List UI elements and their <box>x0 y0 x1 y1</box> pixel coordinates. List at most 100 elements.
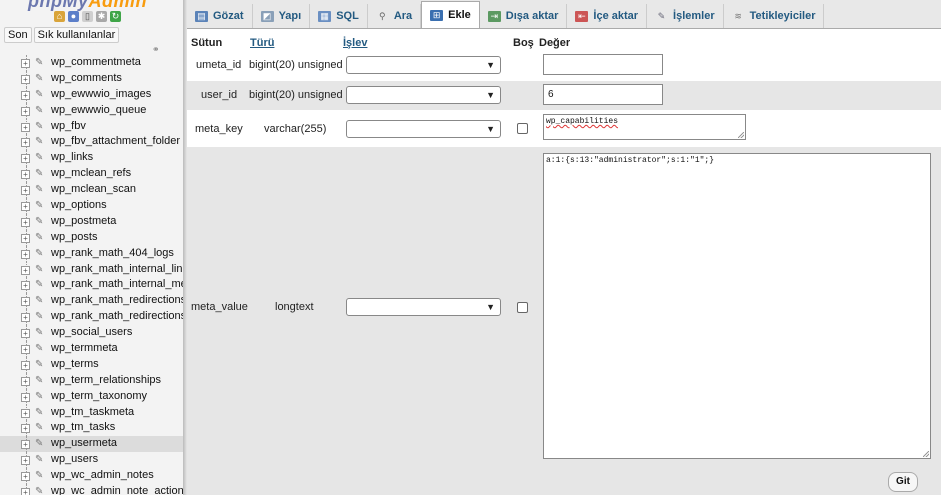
sidebar-item-wp_comments[interactable]: + ✎ wp_comments <box>0 70 183 87</box>
table-name[interactable]: wp_users <box>51 453 98 465</box>
expand-icon[interactable]: + <box>21 249 30 259</box>
table-name[interactable]: wp_mclean_refs <box>51 167 131 179</box>
resize-grip-icon[interactable] <box>738 132 744 138</box>
tab-wrench[interactable]: ✎ İşlemler <box>647 4 724 28</box>
table-name[interactable]: wp_term_taxonomy <box>51 390 147 402</box>
table-structure-icon[interactable]: ✎ <box>35 423 45 433</box>
table-structure-icon[interactable]: ✎ <box>35 375 45 385</box>
value-input[interactable]: 6 <box>543 84 663 105</box>
sidebar-item-wp_wc_admin_notes[interactable]: + ✎ wp_wc_admin_notes <box>0 468 183 485</box>
expand-icon[interactable]: + <box>21 329 30 339</box>
table-structure-icon[interactable]: ✎ <box>35 487 45 495</box>
expand-icon[interactable]: + <box>21 217 30 227</box>
value-input[interactable] <box>543 54 663 75</box>
table-structure-icon[interactable]: ✎ <box>35 185 45 195</box>
sidebar-item-wp_social_users[interactable]: + ✎ wp_social_users <box>0 325 183 342</box>
table-structure-icon[interactable]: ✎ <box>35 89 45 99</box>
table-structure-icon[interactable]: ✎ <box>35 216 45 226</box>
table-name[interactable]: wp_rank_math_internal_meta <box>51 278 183 290</box>
value-textarea[interactable]: wp_capabilities <box>543 114 746 140</box>
expand-icon[interactable]: + <box>21 186 30 196</box>
expand-icon[interactable]: + <box>21 154 30 164</box>
table-name[interactable]: wp_rank_math_internal_links <box>51 263 183 275</box>
table-structure-icon[interactable]: ✎ <box>35 264 45 274</box>
expand-icon[interactable]: + <box>21 281 30 291</box>
expand-icon[interactable]: + <box>21 233 30 243</box>
table-name[interactable]: wp_posts <box>51 231 97 243</box>
table-structure-icon[interactable]: ✎ <box>35 296 45 306</box>
home-icon[interactable]: ⌂ <box>54 11 65 22</box>
header-function[interactable]: İşlev <box>343 37 367 49</box>
table-name[interactable]: wp_ewwwio_images <box>51 88 151 100</box>
table-name[interactable]: wp_commentmeta <box>51 56 141 68</box>
sidebar-item-wp_term_taxonomy[interactable]: + ✎ wp_term_taxonomy <box>0 388 183 405</box>
table-structure-icon[interactable]: ✎ <box>35 312 45 322</box>
table-name[interactable]: wp_options <box>51 199 107 211</box>
sidebar-item-wp_fbv[interactable]: + ✎ wp_fbv <box>0 118 183 135</box>
sidebar-item-wp_usermeta[interactable]: + ✎ wp_usermeta <box>0 436 183 453</box>
sidebar-item-wp_rank_math_internal_links[interactable]: + ✎ wp_rank_math_internal_links <box>0 261 183 278</box>
expand-icon[interactable]: + <box>21 313 30 323</box>
expand-icon[interactable]: + <box>21 90 30 100</box>
sidebar-item-wp_tm_taskmeta[interactable]: + ✎ wp_tm_taskmeta <box>0 404 183 421</box>
expand-icon[interactable]: + <box>21 122 30 132</box>
table-name[interactable]: wp_terms <box>51 358 99 370</box>
sidebar-item-wp_termmeta[interactable]: + ✎ wp_termmeta <box>0 341 183 357</box>
sidebar-item-wp_rank_math_redirections[interactable]: + ✎ wp_rank_math_redirections <box>0 293 183 310</box>
tab-search[interactable]: ⚲ Ara <box>368 4 422 28</box>
sidebar-item-wp_term_relationships[interactable]: + ✎ wp_term_relationships <box>0 372 183 389</box>
sidebar-item-wp_mclean_scan[interactable]: + ✎ wp_mclean_scan <box>0 182 183 199</box>
table-name[interactable]: wp_rank_math_redirections_cache <box>51 310 183 322</box>
table-name[interactable]: wp_usermeta <box>51 437 117 449</box>
tab-sql[interactable]: ▦ SQL <box>310 4 368 28</box>
link-icon[interactable]: ⚭ <box>152 44 160 55</box>
sidebar-item-wp_wc_admin_note_actions[interactable]: + ✎ wp_wc_admin_note_actions <box>0 484 183 495</box>
table-structure-icon[interactable]: ✎ <box>35 153 45 163</box>
sidebar-item-wp_rank_math_404_logs[interactable]: + ✎ wp_rank_math_404_logs <box>0 245 183 262</box>
sidebar-item-wp_commentmeta[interactable]: + ✎ wp_commentmeta <box>0 55 183 71</box>
sidebar-item-wp_postmeta[interactable]: + ✎ wp_postmeta <box>0 213 183 230</box>
table-structure-icon[interactable]: ✎ <box>35 58 45 68</box>
expand-icon[interactable]: + <box>21 408 30 418</box>
table-name[interactable]: wp_wc_admin_notes <box>51 469 154 481</box>
table-structure-icon[interactable]: ✎ <box>35 359 45 369</box>
table-structure-icon[interactable]: ✎ <box>35 232 45 242</box>
expand-icon[interactable]: + <box>21 345 30 355</box>
null-checkbox[interactable] <box>517 302 528 313</box>
header-type[interactable]: Türü <box>250 37 274 49</box>
table-name[interactable]: wp_fbv <box>51 120 86 132</box>
table-structure-icon[interactable]: ✎ <box>35 121 45 131</box>
expand-icon[interactable]: + <box>21 376 30 386</box>
tab-browse[interactable]: ▤ Gözat <box>187 4 253 28</box>
sidebar-item-wp_rank_math_redirections_cache[interactable]: + ✎ wp_rank_math_redirections_cache <box>0 309 183 326</box>
table-structure-icon[interactable]: ✎ <box>35 344 45 354</box>
table-structure-icon[interactable]: ✎ <box>35 328 45 338</box>
function-select[interactable]: ▼ <box>346 298 501 316</box>
table-name[interactable]: wp_links <box>51 151 93 163</box>
sidebar-item-wp_mclean_refs[interactable]: + ✎ wp_mclean_refs <box>0 166 183 183</box>
table-name[interactable]: wp_comments <box>51 72 122 84</box>
null-checkbox[interactable] <box>517 123 528 134</box>
table-structure-icon[interactable]: ✎ <box>35 73 45 83</box>
table-name[interactable]: wp_fbv_attachment_folder <box>51 135 180 147</box>
table-name[interactable]: wp_tm_taskmeta <box>51 406 134 418</box>
sidebar-item-wp_terms[interactable]: + ✎ wp_terms <box>0 356 183 373</box>
expand-icon[interactable]: + <box>21 472 30 482</box>
table-name[interactable]: wp_tm_tasks <box>51 421 115 433</box>
table-structure-icon[interactable]: ✎ <box>35 455 45 465</box>
expand-icon[interactable]: + <box>21 424 30 434</box>
table-structure-icon[interactable]: ✎ <box>35 248 45 258</box>
expand-icon[interactable]: + <box>21 488 30 495</box>
favorites-tab[interactable]: Sık kullanılanlar <box>33 27 120 43</box>
expand-icon[interactable]: + <box>21 106 30 116</box>
expand-icon[interactable]: + <box>21 59 30 68</box>
expand-icon[interactable]: + <box>21 360 30 370</box>
table-structure-icon[interactable]: ✎ <box>35 201 45 211</box>
table-structure-icon[interactable]: ✎ <box>35 105 45 115</box>
expand-icon[interactable]: + <box>21 392 30 402</box>
expand-icon[interactable]: + <box>21 74 30 84</box>
table-structure-icon[interactable]: ✎ <box>35 471 45 481</box>
sidebar-item-wp_links[interactable]: + ✎ wp_links <box>0 150 183 167</box>
table-structure-icon[interactable]: ✎ <box>35 391 45 401</box>
table-name[interactable]: wp_rank_math_404_logs <box>51 247 174 259</box>
